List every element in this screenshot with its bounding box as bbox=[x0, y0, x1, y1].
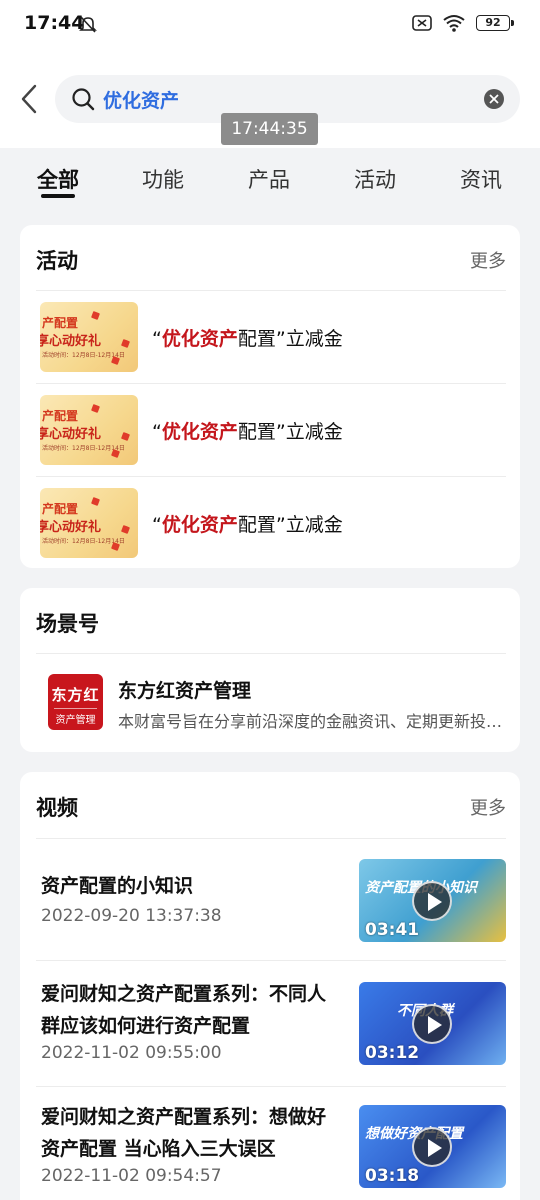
scene-logo: 东方红 资产管理 bbox=[48, 674, 103, 730]
gift-icon bbox=[111, 356, 120, 365]
section-title-video: 视频 bbox=[36, 796, 78, 820]
gift-icon bbox=[91, 311, 100, 320]
gift-icon bbox=[91, 404, 100, 413]
clear-search-button[interactable] bbox=[484, 89, 504, 109]
back-button[interactable] bbox=[14, 82, 44, 116]
tab-news[interactable]: 资讯 bbox=[460, 164, 502, 194]
gift-icon bbox=[121, 525, 130, 534]
video-thumbnail[interactable]: 资产配置的小知识 03:41 bbox=[359, 859, 506, 942]
battery-indicator: 92 bbox=[476, 15, 514, 31]
video-item[interactable]: 资产配置的小知识 2022-09-20 13:37:38 资产配置的小知识 03… bbox=[36, 839, 506, 959]
gift-icon bbox=[111, 542, 120, 551]
close-icon bbox=[489, 94, 499, 104]
tab-product[interactable]: 产品 bbox=[248, 164, 290, 194]
video-item[interactable]: 爱问财知之资产配置系列：不同人群应该如何进行资产配置 2022-11-02 09… bbox=[36, 961, 506, 1085]
video-more-link[interactable]: 更多 bbox=[470, 794, 506, 820]
timestamp-overlay: 17:44:35 bbox=[221, 113, 318, 145]
video-item[interactable]: 爱问财知之资产配置系列：想做好资产配置 当心陷入三大误区 2022-11-02 … bbox=[36, 1087, 506, 1200]
chevron-left-icon bbox=[21, 84, 37, 114]
activity-title: “优化资产配置”立减金 bbox=[152, 514, 343, 536]
video-date: 2022-11-02 09:55:00 bbox=[41, 1043, 222, 1063]
divider bbox=[36, 653, 506, 654]
video-date: 2022-09-20 13:37:38 bbox=[41, 906, 222, 926]
gift-icon bbox=[111, 449, 120, 458]
scene-description: 本财富号旨在分享前沿深度的金融资讯、定期更新投资策略 bbox=[118, 712, 508, 731]
activity-thumbnail: 产配置 享心动好礼 活动时间：12月8日-12月14日 bbox=[40, 395, 138, 465]
activity-thumbnail: 产配置 享心动好礼 活动时间：12月8日-12月14日 bbox=[40, 488, 138, 558]
tab-activity[interactable]: 活动 bbox=[354, 164, 396, 194]
video-title: 资产配置的小知识 bbox=[41, 875, 194, 897]
activity-item[interactable]: 产配置 享心动好礼 活动时间：12月8日-12月14日 “优化资产配置”立减金 bbox=[36, 384, 506, 476]
video-card: 视频 更多 资产配置的小知识 2022-09-20 13:37:38 资产配置的… bbox=[20, 772, 520, 1200]
active-tab-indicator bbox=[41, 194, 75, 198]
search-query: 优化资产 bbox=[103, 90, 180, 112]
video-duration: 03:41 bbox=[365, 920, 420, 940]
search-icon bbox=[72, 88, 95, 111]
video-duration: 03:18 bbox=[365, 1166, 420, 1186]
activity-item[interactable]: 产配置 享心动好礼 活动时间：12月8日-12月14日 “优化资产配置”立减金 bbox=[36, 477, 506, 569]
activity-card: 活动 更多 产配置 享心动好礼 活动时间：12月8日-12月14日 “优化资产配… bbox=[20, 225, 520, 568]
video-thumbnail[interactable]: 想做好资产配置 03:18 bbox=[359, 1105, 506, 1188]
status-bar: 17:44 92 bbox=[0, 0, 540, 50]
play-icon bbox=[412, 1127, 452, 1167]
section-title-activity: 活动 bbox=[36, 249, 78, 273]
mute-icon bbox=[79, 16, 97, 33]
status-time: 17:44 bbox=[24, 12, 85, 34]
activity-thumbnail: 产配置 享心动好礼 活动时间：12月8日-12月14日 bbox=[40, 302, 138, 372]
video-title: 爱问财知之资产配置系列：不同人群应该如何进行资产配置 bbox=[41, 983, 327, 1037]
gift-icon bbox=[121, 339, 130, 348]
play-icon bbox=[412, 1004, 452, 1044]
play-icon bbox=[412, 881, 452, 921]
scene-card: 场景号 东方红 资产管理 东方红资产管理 本财富号旨在分享前沿深度的金融资讯、定… bbox=[20, 588, 520, 752]
section-title-scene: 场景号 bbox=[36, 612, 99, 636]
category-tabs: 全部 功能 产品 活动 资讯 bbox=[0, 148, 540, 212]
activity-title: “优化资产配置”立减金 bbox=[152, 421, 343, 443]
wifi-icon bbox=[443, 15, 465, 32]
video-date: 2022-11-02 09:54:57 bbox=[41, 1166, 222, 1186]
gift-icon bbox=[91, 497, 100, 506]
video-title: 爱问财知之资产配置系列：想做好资产配置 当心陷入三大误区 bbox=[41, 1106, 327, 1160]
sim-icon bbox=[412, 15, 432, 31]
tab-function[interactable]: 功能 bbox=[142, 164, 184, 194]
video-thumbnail[interactable]: 不同人群 03:12 bbox=[359, 982, 506, 1065]
activity-item[interactable]: 产配置 享心动好礼 活动时间：12月8日-12月14日 “优化资产配置”立减金 bbox=[36, 291, 506, 383]
activity-more-link[interactable]: 更多 bbox=[470, 247, 506, 273]
activity-title: “优化资产配置”立减金 bbox=[152, 328, 343, 350]
scene-name[interactable]: 东方红资产管理 bbox=[118, 676, 251, 703]
gift-icon bbox=[121, 432, 130, 441]
tab-all[interactable]: 全部 bbox=[37, 164, 79, 194]
video-duration: 03:12 bbox=[365, 1043, 420, 1063]
